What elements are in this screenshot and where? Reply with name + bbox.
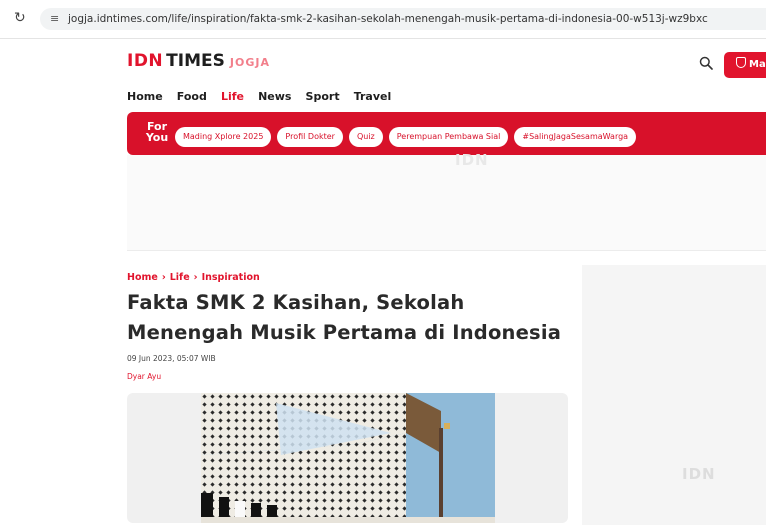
- tag-profil-dokter[interactable]: Profil Dokter: [277, 127, 343, 147]
- main-nav: Home Food Life News Sport Travel: [127, 85, 400, 104]
- sidebar-ad: IDN: [582, 265, 766, 525]
- site-logo[interactable]: IDN TIMES JOGJA: [127, 51, 270, 71]
- ad-banner: IDN: [127, 151, 766, 251]
- tag-perempuan-pembawa-sial[interactable]: Perempuan Pembawa Sial: [388, 127, 509, 147]
- ad-watermark: IDN: [455, 151, 489, 169]
- article-image-frame: [127, 393, 568, 523]
- logo-times: TIMES: [166, 51, 225, 71]
- article-author[interactable]: Dyar Ayu: [127, 372, 161, 381]
- sidebar-watermark: IDN: [682, 465, 716, 483]
- nav-item-food[interactable]: Food: [177, 90, 207, 103]
- for-you-label-line2: You: [145, 131, 169, 144]
- tag-saling-jaga[interactable]: #SalingJagaSesamaWarga: [514, 127, 637, 147]
- shield-icon: [736, 57, 746, 68]
- tag-quiz[interactable]: Quiz: [348, 127, 383, 147]
- reload-icon[interactable]: ↻: [14, 11, 28, 25]
- for-you-bar: For You Mading Xplore 2025 Profil Dokter Q…: [127, 112, 766, 155]
- nav-item-sport[interactable]: Sport: [306, 90, 340, 103]
- breadcrumb-inspiration[interactable]: Inspiration: [202, 272, 260, 283]
- breadcrumb-life[interactable]: Life: [170, 272, 190, 283]
- article-photo: [201, 393, 495, 523]
- url-field[interactable]: ≡ jogja.idntimes.com/life/inspiration/fa…: [40, 8, 766, 30]
- login-label: Mas: [749, 59, 766, 70]
- tune-icon[interactable]: ≡: [50, 12, 59, 26]
- nav-item-home[interactable]: Home: [127, 90, 163, 103]
- chevron-right-icon: ›: [161, 272, 166, 283]
- for-you-label: For You: [145, 121, 169, 143]
- logo-idn: IDN: [127, 51, 164, 71]
- breadcrumb: Home › Life › Inspiration: [127, 265, 260, 284]
- nav-item-life[interactable]: Life: [221, 90, 244, 103]
- nav-item-news[interactable]: News: [258, 90, 291, 103]
- tag-mading-xplore[interactable]: Mading Xplore 2025: [175, 127, 272, 147]
- url-text[interactable]: jogja.idntimes.com/life/inspiration/fakt…: [68, 12, 708, 26]
- search-icon[interactable]: [699, 56, 713, 70]
- login-button[interactable]: Mas: [724, 52, 766, 78]
- nav-item-travel[interactable]: Travel: [354, 90, 392, 103]
- browser-address-bar: ↻ ≡ jogja.idntimes.com/life/inspiration/…: [0, 0, 766, 39]
- chevron-right-icon: ›: [193, 272, 198, 283]
- article-title: Fakta SMK 2 Kasihan, Sekolah Menengah Mu…: [127, 291, 562, 344]
- article-date: 09 Jun 2023, 05:07 WIB: [127, 354, 216, 363]
- logo-city: JOGJA: [229, 56, 270, 69]
- for-you-tags: Mading Xplore 2025 Profil Dokter Quiz Perem…: [175, 124, 642, 147]
- breadcrumb-home[interactable]: Home: [127, 272, 158, 283]
